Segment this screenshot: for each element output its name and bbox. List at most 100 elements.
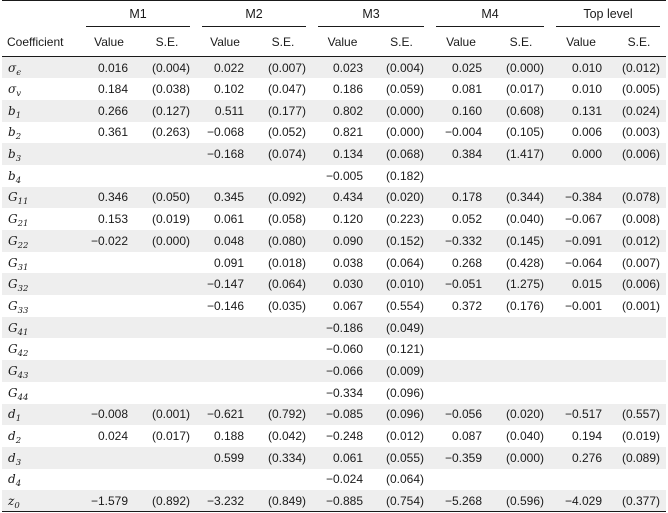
se-cell [254,382,312,404]
coefficient-symbol: G [8,320,18,335]
value-cell [80,446,138,469]
se-cell [612,382,666,404]
table-row: G31 0.091 (0.018) 0.038 (0.064) 0.268 (0.428) −… [2,252,666,274]
se-cell [138,469,196,491]
se-cell [254,360,312,382]
value-cell: 0.030 [312,273,373,296]
value-cell: −0.168 [196,143,254,165]
coefficient-label: d3 [2,446,80,469]
value-cell [80,295,138,317]
value-cell [430,360,492,382]
coefficient-label: σϵ [2,56,80,79]
se-cell [254,316,312,339]
value-cell: 0.131 [550,99,612,122]
coefficient-symbol: d [8,450,16,465]
value-cell: 0.160 [430,99,492,122]
column-header-row: Coefficient Value S.E. Value S.E. Value … [2,27,666,57]
se-cell: (0.608) [492,99,550,122]
coefficient-label: b3 [2,143,80,165]
table-row: G33 −0.146 (0.035) 0.067 (0.554) 0.372 (0.176)… [2,295,666,317]
value-cell: −0.068 [206,125,244,140]
se-cell: (0.007) [254,56,312,79]
group-header-m1: M1 [80,0,196,27]
coefficient-symbol: b [8,125,16,140]
group-header-m4: M4 [430,0,550,27]
value-cell [80,382,138,404]
value-cell: −0.147 [196,273,254,296]
se-cell: (0.040) [505,429,544,444]
coefficient-label: G33 [2,295,80,317]
coefficient-subscript: 21 [17,219,29,230]
se-cell: (0.000) [492,446,550,469]
coefficient-label: G21 [2,208,80,230]
coefficient-label: G31 [2,252,80,274]
value-cell: 0.015 [550,273,612,296]
table-row: σv 0.184 (0.038) 0.102 (0.047) 0.186 (0.059) 0.… [2,78,666,100]
se-cell: (0.792) [254,403,312,426]
value-cell: −0.885 [312,490,373,513]
se-cell [612,338,666,360]
group-header-m2: M2 [196,0,312,27]
coefficient-symbol: G [8,212,18,227]
value-cell: 0.091 [213,255,244,270]
se-cell: (0.127) [138,99,196,122]
se-cell: (0.004) [138,56,196,79]
table-body: σϵ 0.016 (0.004) 0.022 (0.007) 0.023 (0.004) 0.… [2,56,666,513]
coefficient-label: G43 [2,360,80,382]
value-cell: −0.067 [564,212,602,227]
value-cell: −0.001 [564,298,602,313]
value-cell: 0.061 [213,212,244,227]
table-row: G42 −0.060 (0.121) [2,338,666,360]
value-cell [196,338,254,360]
se-cell [492,360,550,382]
se-cell: (0.182) [385,168,424,183]
se-cell [254,469,312,491]
value-cell: 0.184 [97,82,128,97]
value-cell: 0.102 [213,82,244,97]
value-cell: 0.361 [97,125,128,140]
value-cell: 0.067 [332,298,363,313]
value-cell: −0.332 [430,230,492,252]
se-cell: (0.074) [254,143,312,165]
se-cell [492,469,550,491]
value-cell: 0.345 [196,186,254,209]
value-cell: 0.090 [312,230,373,252]
se-cell [138,338,196,360]
se-cell: (0.064) [254,273,312,296]
value-cell: −5.268 [430,490,492,513]
value-cell: −0.186 [312,316,373,339]
value-cell [80,469,138,491]
se-cell: (0.052) [267,125,306,140]
se-cell: (0.064) [385,255,424,270]
column-header-coefficient: Coefficient [2,27,80,57]
value-cell [80,143,138,165]
value-cell: 0.346 [80,186,138,209]
table-row: d4 −0.024 (0.064) [2,469,666,491]
se-cell: (0.089) [612,446,666,469]
table-row: G11 0.346 (0.050) 0.345 (0.092) 0.434 (0.020) 0… [2,186,666,209]
column-header-se: S.E. [254,27,312,57]
se-cell: (0.024) [612,99,666,122]
coefficient-label: G44 [2,382,80,404]
se-cell: (0.892) [138,490,196,513]
value-cell: −0.146 [206,298,244,313]
value-cell [80,165,138,187]
coefficient-symbol: d [8,407,16,422]
value-cell: 0.061 [312,446,373,469]
se-cell: (0.017) [151,429,190,444]
table-row: b1 0.266 (0.127) 0.511 (0.177) 0.802 (0.000) 0.… [2,99,666,122]
coefficient-symbol: d [8,429,16,444]
se-cell [254,338,312,360]
coefficient-subscript: 22 [17,240,29,251]
se-cell: (0.068) [373,143,430,165]
se-cell [138,273,196,296]
coefficient-subscript: 42 [17,349,29,360]
coefficient-subscript: 11 [17,197,29,208]
value-cell: 0.024 [97,429,128,444]
se-cell: (0.344) [492,186,550,209]
value-cell: −0.064 [564,255,602,270]
se-cell: (0.080) [254,230,312,252]
se-cell [254,165,312,187]
value-cell: 0.599 [196,446,254,469]
se-cell: (0.019) [151,212,190,227]
